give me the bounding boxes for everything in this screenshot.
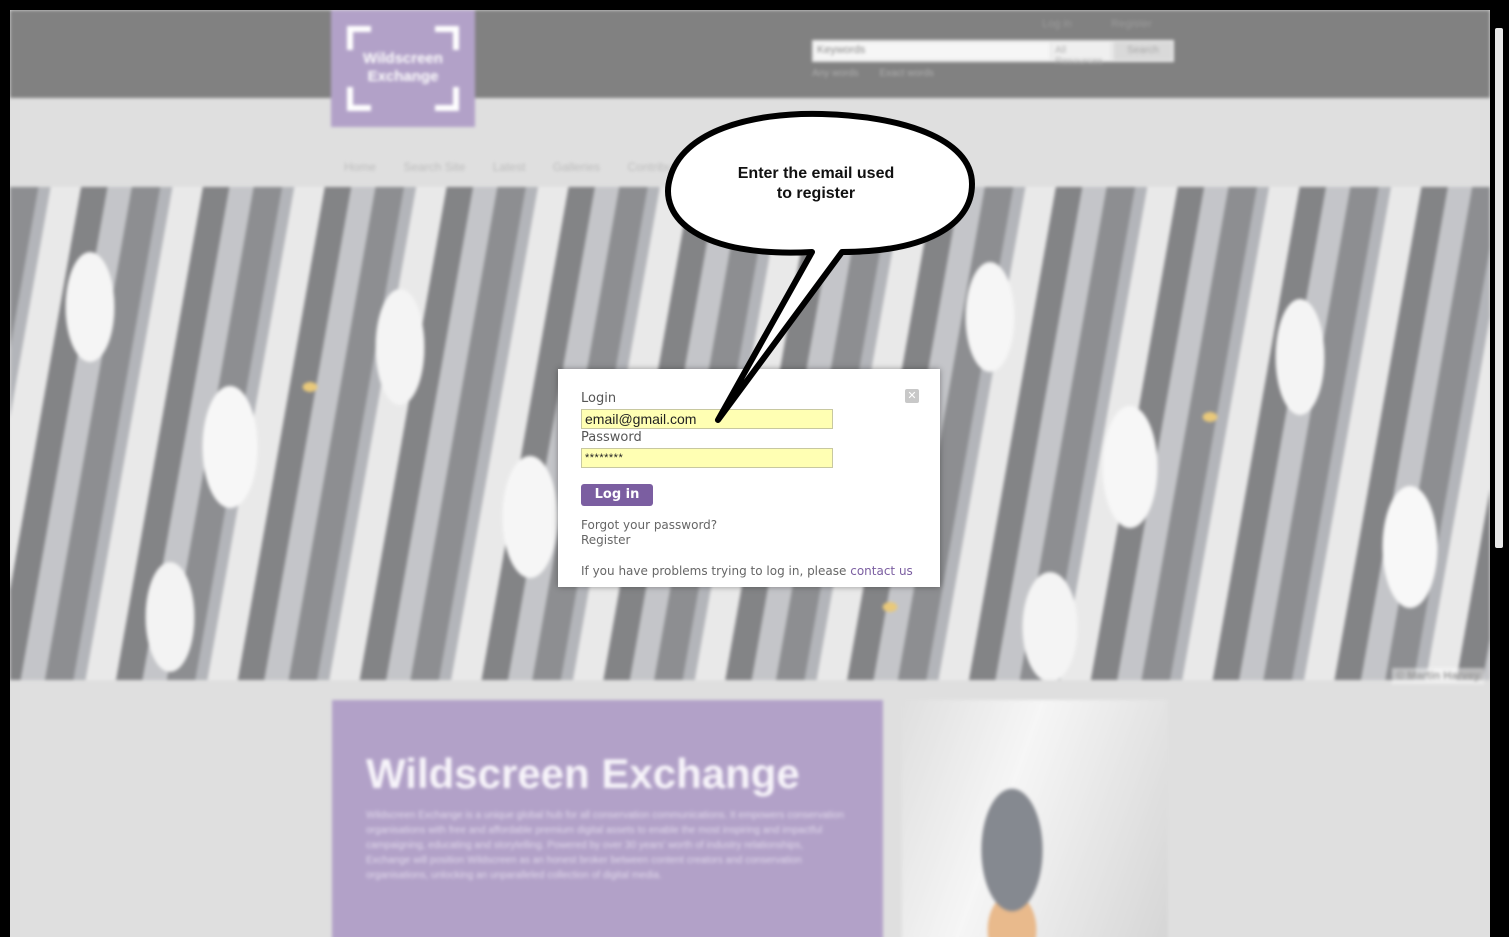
password-field[interactable]: ******** <box>581 448 833 468</box>
forgot-password-link[interactable]: Forgot your password? <box>581 518 717 532</box>
login-email-field[interactable]: email@gmail.com <box>581 409 833 429</box>
callout-text: Enter the email used to register <box>737 165 895 202</box>
register-link[interactable]: Register <box>581 533 630 547</box>
login-help-text: If you have problems trying to log in, p… <box>581 564 913 578</box>
login-label: Login <box>581 391 617 406</box>
password-label: Password <box>581 430 642 445</box>
close-icon[interactable]: ✕ <box>905 389 919 403</box>
login-dialog: ✕ Login email@gmail.com Password *******… <box>558 369 940 587</box>
help-text: If you have problems trying to log in, p… <box>581 564 847 578</box>
login-button[interactable]: Log in <box>581 484 653 506</box>
contact-us-link[interactable]: contact us <box>850 564 913 578</box>
scrollbar[interactable] <box>1490 10 1509 937</box>
scrollbar-thumb[interactable] <box>1495 28 1503 548</box>
